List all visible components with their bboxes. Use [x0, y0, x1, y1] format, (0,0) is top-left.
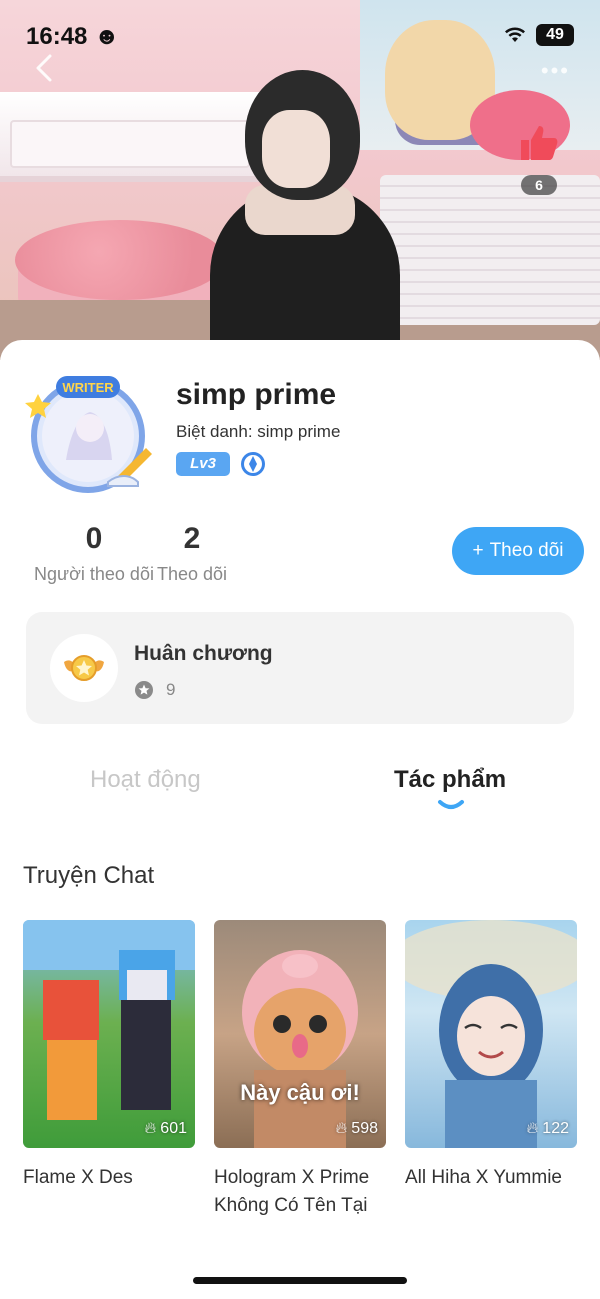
story-cover: Này cậu ơi! 🔥︎ 598	[214, 920, 386, 1148]
medals-panel[interactable]: Huân chương 9	[26, 612, 574, 724]
tab-works[interactable]: Tác phẩm	[394, 766, 506, 794]
story-card[interactable]: 🔥︎ 122 All Hiha X Yummie	[405, 920, 577, 1192]
fire-icon: 🔥︎	[335, 1120, 348, 1137]
home-indicator	[193, 1277, 407, 1284]
star-circle-icon	[135, 681, 153, 699]
scene-stool	[15, 220, 225, 300]
story-views-count: 122	[542, 1120, 569, 1137]
medals-title: Huân chương	[134, 642, 273, 665]
pen-badge-icon	[241, 452, 265, 476]
plus-icon: +	[472, 540, 484, 561]
following-count: 2	[183, 522, 201, 555]
smiley-icon: ☻	[94, 23, 120, 50]
story-cover-art	[405, 920, 577, 1148]
medal-icon-wrap	[50, 634, 118, 702]
story-cover-caption: Này cậu ơi!	[240, 1080, 360, 1105]
nickname: Biệt danh: simp prime	[176, 422, 341, 441]
back-arrow-icon[interactable]	[30, 52, 62, 84]
section-title: Truyện Chat	[23, 862, 155, 889]
story-card[interactable]: 🔥︎ 601 Flame X Des	[23, 920, 195, 1192]
fire-icon: 🔥︎	[526, 1120, 539, 1137]
medal-icon	[64, 655, 104, 681]
story-views-count: 598	[351, 1120, 378, 1137]
like-count: 6	[521, 175, 557, 195]
wifi-icon	[505, 27, 525, 42]
story-cover: 🔥︎ 601	[23, 920, 195, 1148]
following-stat[interactable]: 2 Theo dõi	[156, 522, 228, 585]
status-time-text: 16:48	[26, 23, 88, 50]
scene-drawer	[10, 120, 250, 168]
follow-button[interactable]: + Theo dõi	[452, 527, 584, 575]
active-tab-indicator	[438, 800, 464, 809]
follow-button-label: Theo dõi	[489, 540, 564, 561]
following-label: Theo dõi	[156, 564, 228, 584]
avatar[interactable]: WRITER	[18, 364, 158, 494]
medals-count-row: 9	[134, 680, 175, 700]
story-views: 🔥︎ 122	[527, 1120, 569, 1138]
story-card[interactable]: Này cậu ơi! 🔥︎ 598 Hologram X Prime Khôn…	[214, 920, 386, 1220]
character-face	[262, 110, 330, 188]
story-title: Hologram X Prime Không Có Tên Tại	[214, 1167, 370, 1216]
profile-card: WRITER simp prime Biệt danh: simp prime …	[0, 340, 600, 1299]
level-badge: Lv3	[176, 452, 230, 476]
story-cover-art	[242, 950, 358, 1148]
followers-stat[interactable]: 0 Người theo dõi	[32, 522, 156, 585]
status-time: 16:48 ☻	[26, 23, 119, 51]
avatar-frame-text: WRITER	[62, 380, 114, 395]
fire-icon: 🔥︎	[144, 1120, 157, 1137]
thumbs-up-icon	[521, 126, 558, 160]
story-views-count: 601	[160, 1120, 187, 1137]
scene-radiator	[380, 175, 600, 325]
more-options-icon[interactable]: •••	[541, 58, 570, 84]
medals-count: 9	[166, 680, 176, 699]
story-views: 🔥︎ 598	[336, 1120, 378, 1138]
battery-icon: 49	[536, 24, 574, 46]
username: simp prime	[176, 378, 337, 411]
story-title: Flame X Des	[23, 1167, 133, 1188]
tab-activity[interactable]: Hoạt động	[90, 766, 201, 794]
status-icons: 49	[504, 24, 574, 46]
story-views: 🔥︎ 601	[145, 1120, 187, 1138]
story-cover-art	[23, 920, 195, 1120]
followers-label: Người theo dõi	[34, 564, 154, 584]
story-cover: 🔥︎ 122	[405, 920, 577, 1148]
like-button[interactable]: 6	[516, 120, 562, 195]
battery-level: 49	[546, 26, 564, 43]
status-bar: 16:48 ☻ 49	[0, 0, 600, 70]
story-title: All Hiha X Yummie	[405, 1167, 562, 1188]
followers-count: 0	[85, 522, 103, 555]
